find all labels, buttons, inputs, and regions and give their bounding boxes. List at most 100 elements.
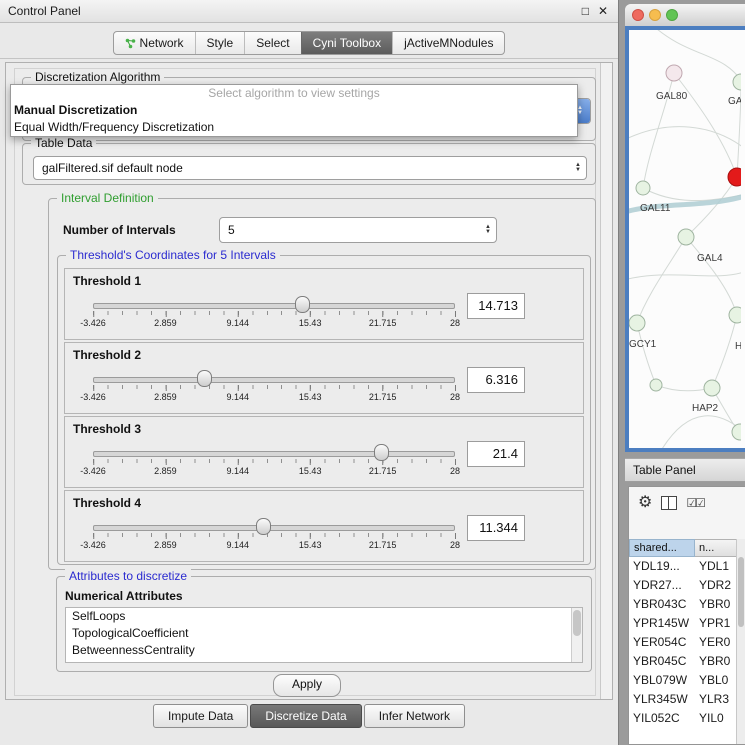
column-header-name[interactable]: n... — [695, 539, 737, 557]
slider-scale-label: 21.715 — [369, 466, 397, 476]
zoom-traffic-light-icon[interactable] — [666, 9, 678, 21]
num-intervals-combobox[interactable]: 5 ▲▼ — [219, 217, 497, 243]
slider-track[interactable] — [93, 525, 455, 531]
threshold-3-value[interactable]: 21.4 — [467, 441, 525, 467]
window-titlebar[interactable]: Control Panel □ ✕ — [0, 0, 618, 23]
network-window-titlebar[interactable] — [625, 4, 745, 27]
slider-scale: -3.4262.8599.14415.4321.71528 — [93, 391, 455, 403]
network-view-frame: GAL80 GA GAL11 GAL4 GCY1 HAP2 H — [625, 26, 745, 452]
table-row[interactable]: YBR043CYBR0 — [629, 595, 737, 614]
scrollbar-thumb[interactable] — [738, 557, 744, 627]
table-row[interactable]: YPR145WYPR1 — [629, 614, 737, 633]
slider-track[interactable] — [93, 451, 455, 457]
tab-cyni-toolbox[interactable]: Cyni Toolbox — [301, 32, 392, 54]
tab-discretize-data[interactable]: Discretize Data — [250, 704, 361, 728]
slider-thumb[interactable] — [197, 370, 212, 387]
minimize-icon[interactable]: □ — [582, 0, 589, 22]
node-label: GCY1 — [629, 339, 657, 350]
table-cell: YLR3 — [695, 690, 737, 709]
table-panel-title: Table Panel — [633, 463, 696, 477]
slider-scale-label: 15.43 — [299, 392, 322, 402]
table-cell: YPR1 — [695, 614, 737, 633]
num-intervals-label: Number of Intervals — [63, 223, 176, 237]
threshold-2-slider[interactable]: -3.4262.8599.14415.4321.71528 — [89, 343, 459, 413]
tab-network[interactable]: Network — [114, 32, 195, 54]
threshold-4-panel: Threshold 4 -3.4262.8599.14415.4321.7152… — [64, 490, 584, 562]
network-node[interactable] — [733, 74, 741, 90]
slider-scale-label: 15.43 — [299, 318, 322, 328]
attribute-list-item[interactable]: SelfLoops — [66, 608, 582, 625]
table-panel-header[interactable]: Table Panel — [625, 458, 745, 482]
columns-icon[interactable] — [661, 496, 677, 510]
network-node[interactable] — [636, 181, 650, 195]
network-node[interactable] — [650, 379, 662, 391]
interval-definition-title: Interval Definition — [57, 191, 158, 205]
list-scrollbar[interactable] — [571, 608, 582, 662]
close-traffic-light-icon[interactable] — [632, 9, 644, 21]
slider-scale-label: 28 — [450, 466, 460, 476]
table-row[interactable]: YER054CYER0 — [629, 633, 737, 652]
threshold-1-value[interactable]: 14.713 — [467, 293, 525, 319]
selected-node[interactable] — [728, 168, 741, 186]
slider-thumb[interactable] — [295, 296, 310, 313]
minimize-traffic-light-icon[interactable] — [649, 9, 661, 21]
network-node[interactable] — [678, 229, 694, 245]
table-row[interactable]: YIL052CYIL0 — [629, 709, 737, 728]
attribute-list-item[interactable]: BetweennessCentrality — [66, 642, 582, 659]
apply-button[interactable]: Apply — [273, 674, 341, 697]
tab-style[interactable]: Style — [195, 32, 245, 54]
column-header-shared-name[interactable]: shared... — [629, 539, 695, 557]
network-node[interactable] — [629, 315, 645, 331]
table-data-group: Table Data galFiltered.sif default node … — [22, 143, 596, 185]
table-cell: YDL1 — [695, 557, 737, 576]
tab-jactivemnodules[interactable]: jActiveMNodules — [392, 32, 504, 54]
cyni-toolbox-panel: Discretization Algorithm ▲▼ Table Data g… — [5, 62, 613, 700]
gear-icon[interactable]: ⚙ — [638, 495, 652, 511]
table-row[interactable]: YLR345WYLR3 — [629, 690, 737, 709]
slider-track[interactable] — [93, 377, 455, 383]
select-all-checkbox-icon[interactable]: ☑☑ — [686, 496, 704, 510]
slider-scale-label: 2.859 — [154, 318, 177, 328]
network-nodes — [629, 65, 741, 440]
slider-thumb[interactable] — [374, 444, 389, 461]
numerical-attributes-label: Numerical Attributes — [65, 589, 183, 603]
threshold-4-slider[interactable]: -3.4262.8599.14415.4321.71528 — [89, 491, 459, 561]
threshold-4-value[interactable]: 11.344 — [467, 515, 525, 541]
scrollbar-thumb[interactable] — [573, 610, 581, 636]
threshold-3-slider[interactable]: -3.4262.8599.14415.4321.71528 — [89, 417, 459, 487]
table-cell: YER0 — [695, 633, 737, 652]
slider-scale-label: 2.859 — [154, 466, 177, 476]
tab-infer-network[interactable]: Infer Network — [364, 704, 465, 728]
slider-scale-label: 15.43 — [299, 540, 322, 550]
table-row[interactable]: YBR045CYBR0 — [629, 652, 737, 671]
network-node[interactable] — [704, 380, 720, 396]
attribute-list-item[interactable]: TopologicalCoefficient — [66, 625, 582, 642]
network-node[interactable] — [666, 65, 682, 81]
table-row[interactable]: YBL079WYBL0 — [629, 671, 737, 690]
network-graph[interactable]: GAL80 GA GAL11 GAL4 GCY1 HAP2 H — [629, 30, 741, 448]
tab-impute-data[interactable]: Impute Data — [153, 704, 248, 728]
network-node[interactable] — [732, 424, 741, 440]
network-canvas[interactable]: GAL80 GA GAL11 GAL4 GCY1 HAP2 H — [629, 30, 745, 448]
table-scrollbar[interactable] — [736, 539, 745, 744]
tab-select[interactable]: Select — [244, 32, 300, 54]
network-node[interactable] — [729, 307, 741, 323]
table-row[interactable]: YDL19...YDL1 — [629, 557, 737, 576]
node-label: GA — [728, 96, 741, 107]
table-data-combobox[interactable]: galFiltered.sif default node ▲▼ — [33, 156, 587, 180]
slider-thumb[interactable] — [256, 518, 271, 535]
threshold-2-value[interactable]: 6.316 — [467, 367, 525, 393]
chevron-updown-icon: ▲▼ — [575, 163, 581, 173]
slider-track[interactable] — [93, 303, 455, 309]
tab-label: Select — [256, 36, 289, 50]
threshold-1-slider[interactable]: -3.4262.8599.14415.4321.71528 — [89, 269, 459, 339]
table-cell: YLR345W — [629, 690, 695, 709]
panel-scrollbar[interactable] — [600, 63, 612, 699]
numerical-attributes-list[interactable]: SelfLoopsTopologicalCoefficientBetweenne… — [65, 607, 583, 663]
slider-ticks — [93, 385, 455, 389]
table-row[interactable]: YDR27...YDR2 — [629, 576, 737, 595]
table-cell: YDR27... — [629, 576, 695, 595]
close-icon[interactable]: ✕ — [598, 0, 608, 22]
popup-item-equal-width[interactable]: Equal Width/Frequency Discretization — [11, 119, 577, 136]
popup-item-manual-discretization[interactable]: Manual Discretization — [11, 102, 577, 119]
